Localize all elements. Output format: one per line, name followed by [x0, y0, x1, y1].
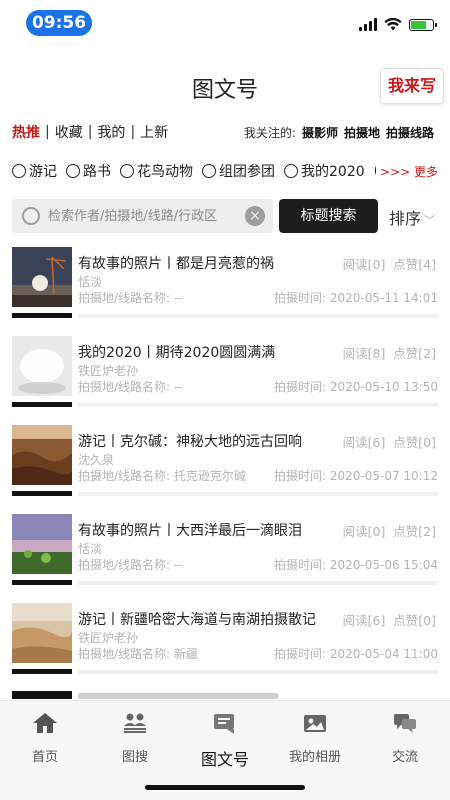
filter-nav: 热推 | 收藏 | 我的 | 上新	[12, 122, 168, 142]
status-bar: 09:56	[0, 0, 450, 46]
post-author[interactable]: 恬淡	[78, 540, 102, 557]
nav-mine[interactable]: 我的	[97, 122, 125, 142]
title-search-button[interactable]: 标题搜索	[279, 199, 378, 233]
post-title[interactable]: 游记丨新疆哈密大海道与南湖拍摄散记	[78, 609, 316, 629]
post-time: 拍摄时间: 2020-05-04 11:00	[274, 647, 438, 661]
post-time: 拍摄时间: 2020-05-07 10:12	[274, 469, 438, 483]
post-stats: 阅读[6] 点赞[0]	[342, 435, 436, 450]
category-group[interactable]: 组团参团	[202, 161, 275, 181]
nav-new[interactable]: 上新	[140, 122, 168, 142]
post-stats: 阅读[0] 点赞[4]	[342, 257, 436, 272]
thumbnail-bar	[12, 402, 72, 407]
battery-icon	[409, 18, 437, 31]
post-author[interactable]: 恬淡	[78, 273, 102, 290]
post-thumbnail	[12, 247, 72, 307]
search-box: ×	[12, 199, 273, 233]
post-title[interactable]: 有故事的照片丨大西洋最后一滴眼泪	[78, 520, 302, 540]
divider	[78, 670, 438, 674]
list-item-partial[interactable]	[0, 689, 450, 699]
post-time: 拍摄时间: 2020-05-11 14:01	[274, 291, 438, 305]
category-my2020[interactable]: 我的2020	[284, 161, 365, 181]
post-stats: 阅读[8] 点赞[2]	[342, 346, 436, 361]
radio-icon	[12, 164, 26, 178]
sort-dropdown[interactable]: 排序 ﹀	[389, 205, 435, 229]
thumbnail-bar	[12, 580, 72, 585]
post-thumbnail	[12, 514, 72, 574]
follow-location[interactable]: 拍摄地	[344, 124, 380, 141]
divider	[78, 492, 438, 496]
post-time: 拍摄时间: 2020-05-10 13:50	[274, 380, 438, 394]
clear-icon[interactable]: ×	[245, 206, 265, 226]
camera-icon[interactable]	[22, 207, 40, 225]
list-item[interactable]: 有故事的照片丨都是月亮惹的祸 阅读[0] 点赞[4] 恬淡 拍摄地/线路名称: …	[0, 243, 450, 332]
list-item[interactable]: 游记丨克尔碱：神秘大地的远古回响 阅读[6] 点赞[0] 沈久泉 拍摄地/线路名…	[0, 421, 450, 510]
nav-separator: |	[87, 124, 93, 140]
header: 图文号 我来写	[0, 60, 450, 114]
nav-hot[interactable]: 热推	[12, 122, 40, 142]
more-link[interactable]: >>> 更多	[376, 163, 438, 180]
follow-route[interactable]: 拍摄线路	[386, 124, 434, 141]
people-search-icon	[124, 713, 146, 733]
tab-articles[interactable]: 图文号	[180, 709, 270, 770]
post-location: 拍摄地/线路名称: --	[78, 380, 183, 394]
radio-icon	[66, 164, 80, 178]
post-thumbnail	[12, 336, 72, 396]
tab-chat[interactable]: 交流	[360, 709, 450, 765]
home-indicator	[145, 785, 305, 790]
chevron-down-icon: ﹀	[424, 214, 436, 227]
post-location: 拍摄地/线路名称: --	[78, 558, 183, 572]
post-author[interactable]: 铁匠炉老孙	[78, 362, 138, 379]
post-location: 拍摄地/线路名称: 托克逊克尔碱	[78, 469, 246, 483]
post-thumbnail	[12, 425, 72, 485]
post-location: 拍摄地/线路名称: 新疆	[78, 647, 198, 661]
divider	[78, 403, 438, 407]
post-stats: 阅读[6] 点赞[0]	[342, 613, 436, 628]
thumbnail-bar	[12, 491, 72, 496]
tab-my-album[interactable]: 我的相册	[270, 709, 360, 765]
tab-image-search[interactable]: 图搜	[90, 709, 180, 765]
post-title[interactable]: 游记丨克尔碱：神秘大地的远古回响	[78, 431, 302, 451]
category-nature[interactable]: 花鸟动物	[120, 161, 193, 181]
nav-favorites[interactable]: 收藏	[55, 122, 83, 142]
list-item[interactable]: 我的2020丨期待2020圆圆满满 阅读[8] 点赞[2] 铁匠炉老孙 拍摄地/…	[0, 332, 450, 421]
follow-photographer[interactable]: 摄影师	[302, 124, 338, 141]
category-guide[interactable]: 路书	[66, 161, 111, 181]
follow-filters: 我关注的: 摄影师 拍摄地 拍摄线路	[244, 124, 434, 141]
post-title[interactable]: 我的2020丨期待2020圆圆满满	[78, 342, 275, 362]
divider	[78, 581, 438, 585]
post-time: 拍摄时间: 2020-05-06 15:04	[274, 558, 438, 572]
post-thumbnail	[12, 603, 72, 663]
post-title[interactable]: 有故事的照片丨都是月亮惹的祸	[78, 253, 274, 273]
post-author[interactable]: 铁匠炉老孙	[78, 629, 138, 646]
thumbnail-bar	[12, 669, 72, 674]
nav-separator: |	[45, 124, 50, 140]
wifi-icon	[384, 18, 402, 31]
list-item[interactable]: 有故事的照片丨大西洋最后一滴眼泪 阅读[0] 点赞[2] 恬淡 拍摄地/线路名称…	[0, 510, 450, 599]
status-time: 09:56	[26, 10, 92, 36]
post-list: 有故事的照片丨都是月亮惹的祸 阅读[0] 点赞[4] 恬淡 拍摄地/线路名称: …	[0, 243, 450, 699]
chat-icon	[394, 714, 416, 733]
search-input[interactable]	[48, 205, 238, 227]
radio-icon	[120, 164, 134, 178]
radio-icon	[202, 164, 216, 178]
list-item[interactable]: 游记丨新疆哈密大海道与南湖拍摄散记 阅读[6] 点赞[0] 铁匠炉老孙 拍摄地/…	[0, 599, 450, 688]
nav-separator: |	[130, 124, 136, 140]
album-icon	[304, 715, 326, 732]
write-button[interactable]: 我来写	[380, 68, 444, 104]
follow-label: 我关注的:	[243, 126, 296, 140]
tab-home[interactable]: 首页	[0, 709, 90, 765]
post-stats: 阅读[0] 点赞[2]	[342, 524, 436, 539]
divider	[78, 314, 438, 318]
category-travel[interactable]: 游记	[12, 161, 57, 181]
post-location: 拍摄地/线路名称: --	[78, 291, 183, 305]
thumbnail-bar	[12, 313, 72, 318]
signal-icon	[359, 18, 377, 31]
home-icon	[33, 713, 57, 733]
radio-icon	[284, 164, 298, 178]
post-author[interactable]: 沈久泉	[78, 451, 114, 468]
article-icon	[214, 714, 234, 734]
